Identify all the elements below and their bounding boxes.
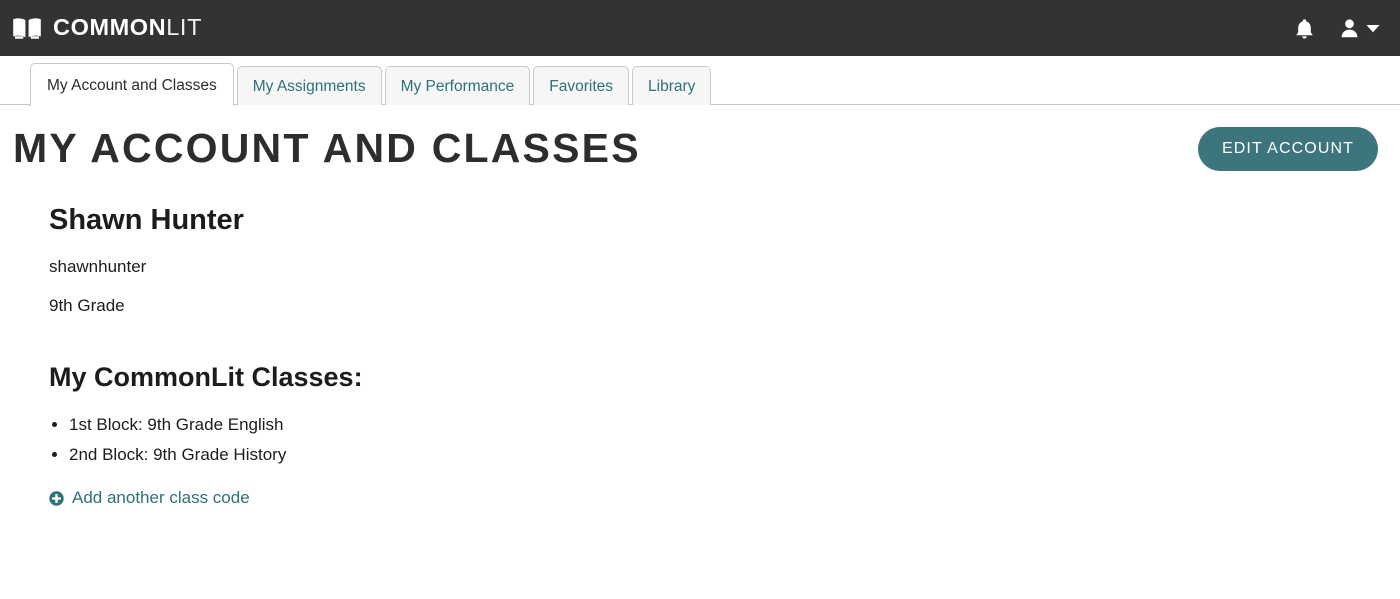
top-navigation-bar: COMMONLIT [0,0,1400,56]
brand-logo[interactable]: COMMONLIT [12,16,202,40]
brand-wordmark: COMMONLIT [53,16,202,40]
tab-library[interactable]: Library [632,65,712,105]
profile-username: shawnhunter [49,256,147,276]
tab-list: My Account and Classes My Assignments My… [30,62,712,106]
open-book-icon [12,17,42,40]
class-list: 1st Block: 9th Grade English 2nd Block: … [49,410,1400,471]
edit-account-button[interactable]: Edit Account [1197,127,1378,171]
add-class-code-link[interactable]: Add another class code [49,488,250,508]
page-title: My Account and Classes [13,125,641,172]
bell-icon [1295,18,1314,39]
notifications-button[interactable] [1293,16,1316,41]
tab-my-assignments[interactable]: My Assignments [236,65,382,105]
tab-my-account-and-classes[interactable]: My Account and Classes [30,62,234,106]
page-header: My Account and Classes Edit Account [0,105,1400,171]
brand-name-bold: COMMON [53,14,167,41]
tab-favorites[interactable]: Favorites [533,65,630,105]
brand-name-light: LIT [166,14,203,41]
tab-bar: My Account and Classes My Assignments My… [0,56,1400,106]
tab-my-performance[interactable]: My Performance [384,65,531,105]
user-icon [1340,18,1359,38]
top-navigation-actions [1293,16,1382,41]
list-item: 2nd Block: 9th Grade History [69,440,1400,470]
main-content: Shawn Hunter shawnhunter 9th Grade My Co… [0,171,1400,509]
account-menu-button[interactable] [1338,16,1382,40]
classes-heading: My CommonLit Classes: [49,361,363,392]
plus-circle-icon [49,491,64,506]
profile-full-name: Shawn Hunter [49,204,244,236]
profile-grade: 9th Grade [49,296,125,316]
add-class-code-label: Add another class code [72,488,250,508]
list-item: 1st Block: 9th Grade English [69,410,1400,440]
chevron-down-icon [1366,21,1380,36]
